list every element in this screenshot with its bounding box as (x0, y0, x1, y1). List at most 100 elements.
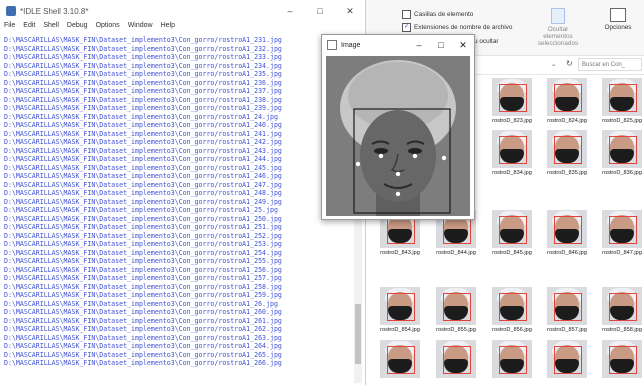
menu-file[interactable]: File (4, 22, 15, 34)
shell-output-line: D:\MASCARILLAS\MASK_FIN\Dataset_implemen… (4, 104, 282, 112)
file-name-label: rostroD_854.jpg (380, 327, 420, 333)
thumbnail-image (547, 130, 587, 168)
shell-output-line: D:\MASCARILLAS\MASK_FIN\Dataset_implemen… (4, 78, 282, 87)
shell-output-line: D:\MASCARILLAS\MASK_FIN\Dataset_implemen… (4, 112, 278, 121)
file-name-label: rostroD_847.jpg (602, 250, 642, 256)
file-thumbnail[interactable]: rostroD_855.jpg (436, 287, 476, 333)
search-input[interactable]: Buscar en Con_ (578, 58, 642, 71)
thumbnail-image (602, 210, 642, 248)
shell-output[interactable]: D:\MASCARILLAS\MASK_FIN\Dataset_implemen… (4, 36, 348, 385)
maximize-button[interactable]: □ (430, 40, 452, 50)
file-thumbnail[interactable] (436, 340, 476, 378)
chevron-down-icon[interactable]: ⌄ (551, 60, 556, 68)
checkbox-label: Casillas de elemento (414, 11, 474, 18)
shell-output-line: D:\MASCARILLAS\MASK_FIN\Dataset_implemen… (4, 257, 282, 265)
file-name-label: rostroD_845.jpg (492, 250, 532, 256)
checkbox-file-extensions[interactable]: ✓ Extensiones de nombre de archivo (402, 23, 512, 32)
close-button[interactable]: ✕ (452, 40, 474, 51)
menu-window[interactable]: Window (128, 22, 153, 34)
menu-edit[interactable]: Edit (23, 22, 35, 34)
shell-output-line: D:\MASCARILLAS\MASK_FIN\Dataset_implemen… (4, 248, 282, 257)
shell-output-line: D:\MASCARILLAS\MASK_FIN\Dataset_implemen… (4, 121, 282, 129)
shell-output-line: D:\MASCARILLAS\MASK_FIN\Dataset_implemen… (4, 189, 282, 197)
thumbnail-image (547, 340, 587, 378)
python-icon (6, 6, 16, 16)
file-thumbnail[interactable]: rostroD_823.jpg (492, 78, 532, 124)
file-thumbnail[interactable]: rostroD_834.jpg (492, 130, 532, 176)
idle-menubar: File Edit Shell Debug Options Window Hel… (0, 22, 365, 34)
file-thumbnail[interactable]: rostroD_854.jpg (380, 287, 420, 333)
image-window[interactable]: Image – □ ✕ (321, 34, 475, 220)
file-thumbnail[interactable]: rostroD_857.jpg (547, 287, 587, 333)
menu-options[interactable]: Options (96, 22, 120, 34)
close-button[interactable]: ✕ (335, 6, 365, 17)
refresh-icon[interactable]: ↻ (566, 59, 573, 68)
shell-output-line: D:\MASCARILLAS\MASK_FIN\Dataset_implemen… (4, 265, 282, 274)
shell-output-line: D:\MASCARILLAS\MASK_FIN\Dataset_implemen… (4, 274, 282, 282)
shell-output-line: D:\MASCARILLAS\MASK_FIN\Dataset_implemen… (4, 223, 282, 231)
shell-output-line: D:\MASCARILLAS\MASK_FIN\Dataset_implemen… (4, 163, 282, 172)
file-thumbnail[interactable]: rostroD_825.jpg (602, 78, 642, 124)
thumbnail-image (602, 340, 642, 378)
shell-output-line: D:\MASCARILLAS\MASK_FIN\Dataset_implemen… (4, 308, 282, 316)
file-thumbnail[interactable] (492, 340, 532, 378)
menu-debug[interactable]: Debug (67, 22, 88, 34)
file-thumbnail[interactable]: rostroD_858.jpg (602, 287, 642, 333)
file-thumbnail[interactable] (602, 340, 642, 378)
file-name-label: rostroD_858.jpg (602, 327, 642, 333)
minimize-button[interactable]: – (275, 6, 305, 16)
shell-output-line: D:\MASCARILLAS\MASK_FIN\Dataset_implemen… (4, 333, 282, 342)
checkbox-item-checkboxes[interactable]: Casillas de elemento (402, 10, 473, 19)
file-thumbnail[interactable]: rostroD_835.jpg (547, 130, 587, 176)
shell-output-line: D:\MASCARILLAS\MASK_FIN\Dataset_implemen… (4, 350, 282, 359)
thumbnail-image (492, 130, 532, 168)
shell-output-line: D:\MASCARILLAS\MASK_FIN\Dataset_implemen… (4, 53, 282, 61)
file-name-label: rostroD_823.jpg (492, 118, 532, 124)
scrollbar-thumb[interactable] (355, 304, 361, 364)
file-thumbnail[interactable] (547, 340, 587, 378)
shell-output-line: D:\MASCARILLAS\MASK_FIN\Dataset_implemen… (4, 61, 282, 70)
shell-output-line: D:\MASCARILLAS\MASK_FIN\Dataset_implemen… (4, 146, 282, 155)
file-name-label: rostroD_835.jpg (547, 170, 587, 176)
idle-titlebar[interactable]: *IDLE Shell 3.10.8* – □ ✕ (0, 0, 365, 22)
file-thumbnail[interactable]: rostroD_856.jpg (492, 287, 532, 333)
options-button[interactable]: Opciones (598, 8, 638, 31)
shell-output-line: D:\MASCARILLAS\MASK_FIN\Dataset_implemen… (4, 214, 282, 223)
file-thumbnail[interactable]: rostroD_846.jpg (547, 210, 587, 256)
file-name-label: rostroD_836.jpg (602, 170, 642, 176)
shell-output-line: D:\MASCARILLAS\MASK_FIN\Dataset_implemen… (4, 36, 282, 44)
file-name-label: rostroD_856.jpg (492, 327, 532, 333)
thumbnail-image (492, 210, 532, 248)
shell-output-line: D:\MASCARILLAS\MASK_FIN\Dataset_implemen… (4, 231, 282, 240)
shell-output-line: D:\MASCARILLAS\MASK_FIN\Dataset_implemen… (4, 44, 282, 53)
menu-help[interactable]: Help (161, 22, 175, 34)
shell-output-line: D:\MASCARILLAS\MASK_FIN\Dataset_implemen… (4, 70, 282, 78)
file-thumbnail[interactable]: rostroD_836.jpg (602, 130, 642, 176)
hide-selected-button[interactable]: Ocultar elementos seleccionados (533, 8, 583, 47)
file-thumbnail[interactable]: rostroD_845.jpg (492, 210, 532, 256)
idle-shell-window[interactable]: *IDLE Shell 3.10.8* – □ ✕ File Edit Shel… (0, 0, 366, 385)
shell-output-line: D:\MASCARILLAS\MASK_FIN\Dataset_implemen… (4, 359, 282, 367)
file-thumbnail[interactable]: rostroD_824.jpg (547, 78, 587, 124)
file-name-label: rostroD_855.jpg (436, 327, 476, 333)
file-thumbnail[interactable]: rostroD_847.jpg (602, 210, 642, 256)
menu-shell[interactable]: Shell (43, 22, 59, 34)
image-window-title: Image (341, 41, 361, 49)
image-window-titlebar[interactable]: Image – □ ✕ (322, 35, 474, 55)
file-name-label: rostroD_825.jpg (602, 118, 642, 124)
maximize-button[interactable]: □ (305, 6, 335, 16)
checkbox-hidden-items[interactable]: u ocultar (474, 38, 499, 45)
shell-output-line: D:\MASCARILLAS\MASK_FIN\Dataset_implemen… (4, 87, 282, 95)
thumbnail-image (436, 340, 476, 378)
shell-output-line: D:\MASCARILLAS\MASK_FIN\Dataset_implemen… (4, 240, 282, 248)
checkbox-icon (402, 10, 411, 19)
shell-output-line: D:\MASCARILLAS\MASK_FIN\Dataset_implemen… (4, 180, 282, 189)
checkbox-label: Extensiones de nombre de archivo (414, 24, 513, 31)
file-thumbnail[interactable] (380, 340, 420, 378)
shell-output-line: D:\MASCARILLAS\MASK_FIN\Dataset_implemen… (4, 197, 282, 206)
thumbnail-image (492, 287, 532, 325)
options-icon (610, 8, 626, 22)
hide-icon (551, 8, 565, 24)
thumbnail-image (547, 78, 587, 116)
minimize-button[interactable]: – (408, 40, 430, 50)
